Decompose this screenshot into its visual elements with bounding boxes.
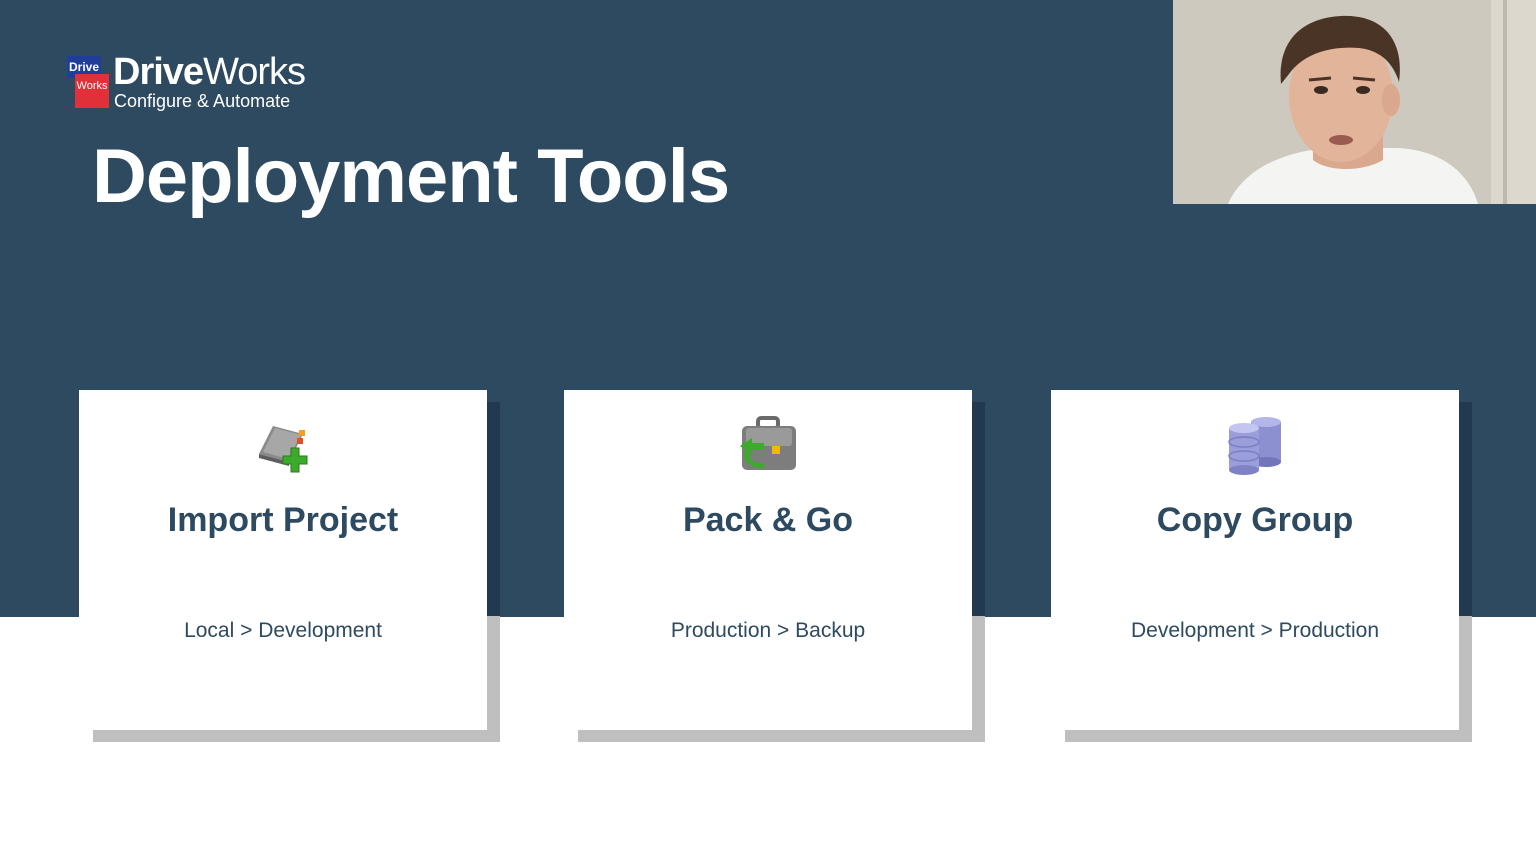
logo-tagline: Configure & Automate xyxy=(114,91,291,111)
card-import-project[interactable]: Import Project Local > Development xyxy=(79,390,487,730)
logo-wordmark-bold: Drive xyxy=(113,51,204,93)
card-copy-group[interactable]: Copy Group Development > Production xyxy=(1051,390,1459,730)
card-subtitle: Development > Production xyxy=(1130,619,1380,642)
logo-wordmark: DriveWorks xyxy=(113,51,306,93)
import-project-book-plus-icon xyxy=(251,414,315,478)
card-subtitle: Production > Backup xyxy=(670,619,866,642)
card-title: Import Project xyxy=(167,501,399,539)
logo-badge-works: Works xyxy=(75,74,109,108)
presenter-video-feed xyxy=(1173,0,1536,204)
card-shadow-dark-1 xyxy=(487,402,500,616)
pack-and-go-briefcase-icon xyxy=(736,414,800,478)
presenter-webcam xyxy=(1173,0,1536,204)
card-subtitle: Local > Development xyxy=(184,619,382,642)
card-title: Pack & Go xyxy=(682,501,854,539)
card-shadow-dark-3 xyxy=(1459,402,1472,616)
card-pack-and-go[interactable]: Pack & Go Production > Backup xyxy=(564,390,972,730)
page-title: Deployment Tools xyxy=(92,134,730,219)
card-title: Copy Group xyxy=(1156,501,1354,539)
driveworks-logo: Drive Works DriveWorks Configure & Autom… xyxy=(67,52,317,112)
logo-badge: Drive Works xyxy=(67,56,109,108)
database-stack-icon xyxy=(1223,414,1287,478)
logo-wordmark-regular: Works xyxy=(203,51,306,93)
card-shadow-dark-2 xyxy=(972,402,985,616)
